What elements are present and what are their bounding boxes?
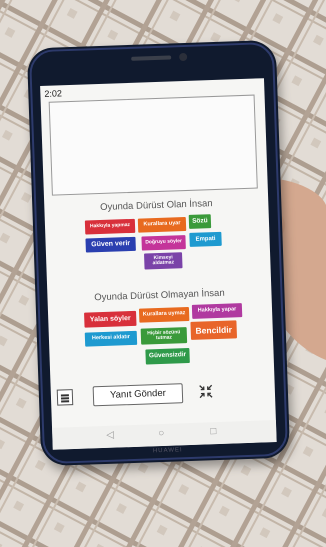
home-icon[interactable]: ○ bbox=[158, 428, 164, 439]
dishonest-tag[interactable]: Hakkıyla yapar bbox=[191, 303, 243, 319]
honest-tag[interactable]: Empati bbox=[189, 231, 222, 247]
dishonest-tag[interactable]: Yalan söyler bbox=[84, 310, 137, 328]
dishonest-tag[interactable]: Bencildir bbox=[190, 320, 238, 340]
recents-icon[interactable]: □ bbox=[210, 426, 216, 437]
photo-scene: 2:02 Oyunda Dürüst Olan İnsan Hakkıyla y… bbox=[0, 0, 326, 547]
phone-screen: 2:02 Oyunda Dürüst Olan İnsan Hakkıyla y… bbox=[40, 78, 277, 450]
send-answer-button[interactable]: Yanıt Gönder bbox=[92, 383, 184, 407]
honest-tag[interactable]: Hakkıyla yapmaz bbox=[84, 218, 136, 235]
smartphone: 2:02 Oyunda Dürüst Olan İnsan Hakkıyla y… bbox=[26, 39, 291, 467]
collapse-arrows-icon[interactable] bbox=[197, 382, 216, 401]
device-brand-logo: HUAWEI bbox=[152, 447, 183, 455]
answer-area[interactable] bbox=[48, 94, 258, 196]
honest-tag[interactable]: Kimseyi aldatmaz bbox=[144, 252, 183, 270]
dishonest-tag[interactable]: Güvensizdir bbox=[145, 347, 190, 365]
honest-tag[interactable]: Sözü bbox=[188, 214, 212, 229]
dishonest-tag[interactable]: Hiçbir sözünü tutmaz bbox=[140, 327, 188, 345]
dishonest-tag[interactable]: Kurallara uymaz bbox=[138, 306, 190, 323]
dishonest-tag[interactable]: Herkesi aldatır bbox=[84, 330, 138, 347]
honest-section-title: Oyunda Dürüst Olan İnsan bbox=[99, 198, 213, 214]
honest-tag[interactable]: Doğruyu söyler bbox=[141, 235, 186, 251]
honest-tag[interactable]: Kurallara uyar bbox=[137, 217, 187, 233]
hamburger-menu-icon[interactable] bbox=[56, 389, 74, 406]
back-icon[interactable]: ◁ bbox=[106, 430, 114, 441]
honest-tag[interactable]: Güven verir bbox=[85, 236, 136, 253]
dishonest-section-title: Oyunda Dürüst Olmayan İnsan bbox=[94, 287, 225, 304]
status-time: 2:02 bbox=[44, 88, 63, 99]
